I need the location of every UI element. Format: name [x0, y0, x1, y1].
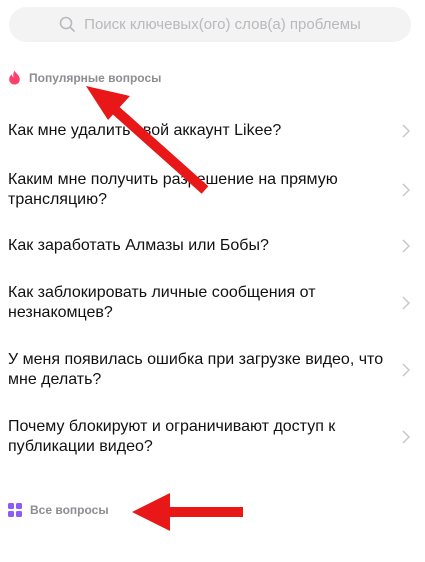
popular-section-title: Популярные вопросы [8, 70, 161, 85]
faq-item-earn-diamonds[interactable]: Как заработать Алмазы или Бобы? [0, 231, 425, 261]
faq-item-live-permission[interactable]: Каким мне получить разрешение на прямую … [0, 168, 425, 212]
search-icon [59, 16, 75, 32]
search-placeholder: Поиск ключевых(ого) слов(а) проблемы [84, 16, 361, 33]
popular-section-label: Популярные вопросы [29, 70, 162, 85]
chevron-right-icon [402, 124, 410, 138]
chevron-right-icon [402, 296, 410, 310]
faq-item-text: Каким мне получить разрешение на прямую … [8, 171, 338, 208]
faq-item-text: Почему блокируют и ограничивают доступ к… [8, 418, 336, 455]
faq-item-delete-account[interactable]: Как мне удалить свой аккаунт Likee? [0, 116, 425, 146]
faq-item-text: У меня появилась ошибка при загрузке вид… [8, 351, 384, 388]
search-bar[interactable]: Поиск ключевых(ого) слов(а) проблемы [9, 7, 411, 42]
help-page: Поиск ключевых(ого) слов(а) проблемы Поп… [0, 0, 425, 562]
faq-item-publication-restricted[interactable]: Почему блокируют и ограничивают доступ к… [0, 415, 425, 459]
red-arrow-to-all-questions [132, 493, 243, 531]
grid-icon [8, 503, 22, 517]
chevron-right-icon [402, 239, 410, 253]
faq-item-text: Как мне удалить свой аккаунт Likee? [8, 122, 282, 139]
all-questions-label: Все вопросы [30, 503, 109, 517]
faq-item-text: Как заблокировать личные сообщения от не… [8, 284, 316, 321]
faq-item-block-messages[interactable]: Как заблокировать личные сообщения от не… [0, 281, 425, 325]
all-questions-link[interactable]: Все вопросы [8, 503, 109, 517]
faq-item-text: Как заработать Алмазы или Бобы? [8, 237, 269, 254]
chevron-right-icon [402, 430, 410, 444]
chevron-right-icon [402, 363, 410, 377]
fire-icon [9, 70, 20, 85]
faq-item-upload-error[interactable]: У меня появилась ошибка при загрузке вид… [0, 348, 425, 392]
chevron-right-icon [402, 183, 410, 197]
